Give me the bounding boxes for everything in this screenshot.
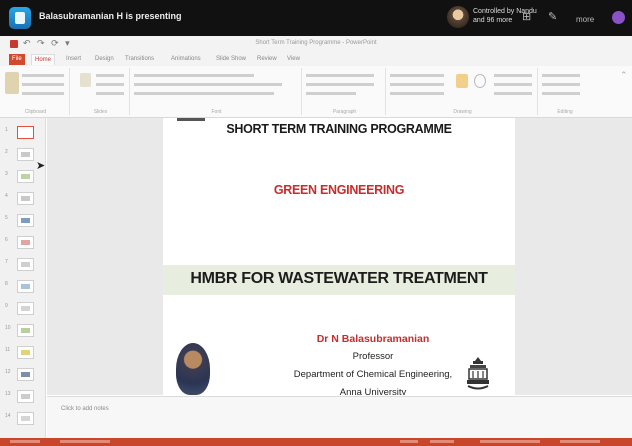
ribbon-group-drawing[interactable]: Drawing <box>388 68 538 115</box>
mouse-cursor-icon: ➤ <box>36 160 46 172</box>
tab-insert[interactable]: Insert <box>63 54 84 65</box>
tab-review[interactable]: Review <box>254 54 280 65</box>
ribbon-group-label: Slides <box>93 109 108 115</box>
thumbnail-preview[interactable] <box>17 368 34 381</box>
thumbnail-item[interactable]: 12 <box>0 364 46 386</box>
status-bar <box>0 438 632 446</box>
quick-access-toolbar: ↶ ↷ ⟳ ▾ Short Term Training Programme - … <box>0 36 632 52</box>
thumbnail-preview[interactable] <box>17 390 34 403</box>
app-icon <box>9 7 31 29</box>
slide-subheading[interactable]: GREEN ENGINEERING <box>163 183 515 197</box>
thumbnail-preview[interactable] <box>17 302 34 315</box>
thumbnail-item[interactable]: 5 <box>0 210 46 232</box>
thumbnail-number: 5 <box>5 215 8 221</box>
document-title: Short Term Training Programme - PowerPoi… <box>255 40 377 46</box>
thumbnail-item[interactable]: 9 <box>0 298 46 320</box>
ribbon-group-label: Paragraph <box>332 109 357 115</box>
paste-icon[interactable] <box>5 72 19 94</box>
thumbnail-number: 13 <box>5 391 11 397</box>
ribbon-group-label: Drawing <box>453 109 472 115</box>
thumbnail-item[interactable]: 13 <box>0 386 46 408</box>
user-circle-icon[interactable] <box>612 11 625 24</box>
avatar[interactable] <box>447 6 469 28</box>
notes-placeholder[interactable]: Click to add notes <box>61 406 109 412</box>
tab-home[interactable]: Home <box>31 54 56 65</box>
university-emblem-icon <box>467 357 489 390</box>
thumbnail-item[interactable]: 14 <box>0 408 46 430</box>
collapse-ribbon-icon[interactable]: ⌃ <box>620 70 628 81</box>
tab-file[interactable]: File <box>9 54 25 65</box>
thumbnail-number: 11 <box>5 347 11 353</box>
thumbnail-preview[interactable] <box>17 258 34 271</box>
thumbnail-item[interactable]: 1 <box>0 122 46 144</box>
thumbnail-number: 8 <box>5 281 8 287</box>
thumbnail-preview[interactable] <box>17 170 34 183</box>
thumbnail-preview[interactable] <box>17 324 34 337</box>
thumbnail-item[interactable]: 7 <box>0 254 46 276</box>
thumbnail-preview[interactable] <box>17 126 34 139</box>
thumbnail-number: 14 <box>5 413 11 419</box>
thumbnail-item[interactable]: 8 <box>0 276 46 298</box>
ribbon-group-font[interactable]: Font <box>132 68 302 115</box>
grid-icon[interactable]: ⊞ <box>522 12 531 23</box>
tab-slide-show[interactable]: Slide Show <box>213 54 249 65</box>
thumbnail-number: 1 <box>5 127 8 133</box>
thumbnail-item[interactable]: 6 <box>0 232 46 254</box>
more-button[interactable]: more <box>576 14 594 25</box>
tab-transitions[interactable]: Transitions <box>122 54 157 65</box>
thumbnail-number: 10 <box>5 325 11 331</box>
slide-accent-bar <box>177 118 205 121</box>
presenter-title: Balasubramanian H is presenting <box>39 11 182 21</box>
thumbnail-item[interactable]: 4 <box>0 188 46 210</box>
thumbnail-preview[interactable] <box>17 280 34 293</box>
ribbon-group-editing[interactable]: Editing <box>540 68 590 115</box>
tab-view[interactable]: View <box>284 54 303 65</box>
thumbnail-preview[interactable] <box>17 346 34 359</box>
thumbnail-number: 7 <box>5 259 8 265</box>
thumbnail-number: 3 <box>5 171 8 177</box>
thumbnail-preview[interactable] <box>17 412 34 425</box>
tab-animations[interactable]: Animations <box>168 54 204 65</box>
pin-icon[interactable]: ✎ <box>548 12 557 23</box>
thumbnail-number: 12 <box>5 369 11 375</box>
thumbnail-preview[interactable] <box>17 192 34 205</box>
presenter-bar: Balasubramanian H is presenting Controll… <box>0 0 632 36</box>
thumbnail-number: 9 <box>5 303 8 309</box>
ribbon: Clipboard Slides Font Paragraph Drawing … <box>0 66 632 118</box>
thumbnail-number: 4 <box>5 193 8 199</box>
thumbnail-number: 6 <box>5 237 8 243</box>
ribbon-group-label: Font <box>211 109 222 115</box>
thumbnail-preview[interactable] <box>17 148 34 161</box>
thumbnail-item[interactable]: 10 <box>0 320 46 342</box>
arrange-icon[interactable] <box>456 74 468 88</box>
ribbon-group-label: Editing <box>557 109 573 115</box>
tab-design[interactable]: Design <box>92 54 117 65</box>
presenter-photo <box>176 343 210 395</box>
thumbnail-preview[interactable] <box>17 236 34 249</box>
thumbnail-preview[interactable] <box>17 214 34 227</box>
ribbon-group-paragraph[interactable]: Paragraph <box>304 68 386 115</box>
new-slide-icon[interactable] <box>80 73 91 87</box>
ribbon-tabs: File Home Insert Design Transitions Anim… <box>0 52 632 66</box>
thumbnail-item[interactable]: 11 <box>0 342 46 364</box>
current-slide[interactable]: SHORT TERM TRAINING PROGRAMME GREEN ENGI… <box>163 118 515 395</box>
thumbnail-number: 2 <box>5 149 8 155</box>
ribbon-group-slides[interactable]: Slides <box>72 68 130 115</box>
slide-heading[interactable]: SHORT TERM TRAINING PROGRAMME <box>163 122 515 136</box>
ribbon-group-clipboard[interactable]: Clipboard <box>2 68 70 115</box>
notes-pane[interactable]: Click to add notes <box>47 396 632 438</box>
quick-styles-icon[interactable] <box>474 74 486 88</box>
slide-main-title[interactable]: HMBR FOR WASTEWATER TREATMENT <box>163 270 515 288</box>
presenter-name[interactable]: Dr N Balasubramanian <box>223 333 515 345</box>
ribbon-group-label: Clipboard <box>24 109 47 115</box>
